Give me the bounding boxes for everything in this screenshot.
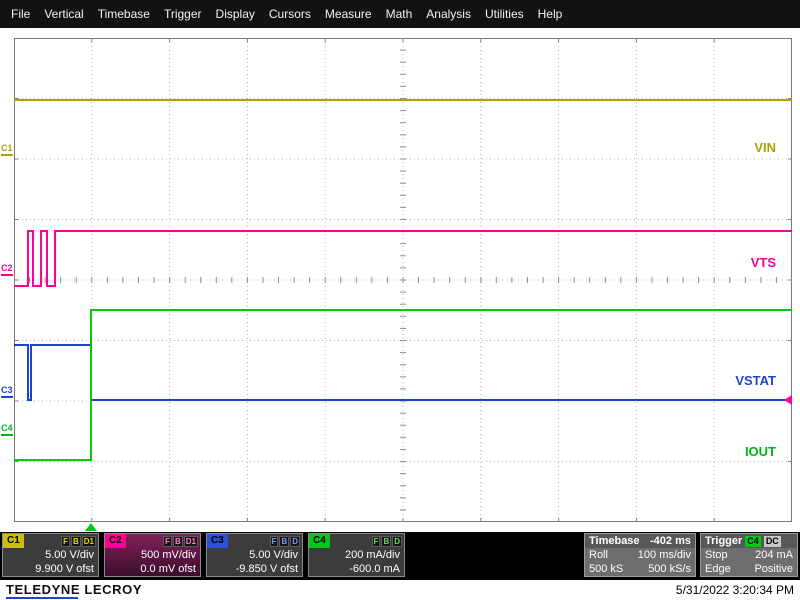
c2-label: C2 (105, 534, 126, 548)
c1-offset: 9.900 V ofst (3, 562, 98, 576)
datetime-display: 5/31/2022 3:20:34 PM (676, 583, 794, 597)
c4-offset-marker[interactable]: C4 (1, 424, 13, 436)
badge-d: D (392, 536, 402, 547)
c3-label: C3 (207, 534, 228, 548)
timebase-delay: -402 ms (650, 534, 691, 548)
badge-b: B (279, 536, 289, 547)
c3-scale: 5.00 V/div (207, 548, 302, 562)
timebase-rate: 500 kS/s (648, 562, 691, 576)
c2-offset-marker[interactable]: C2 (1, 264, 13, 276)
menu-bar: File Vertical Timebase Trigger Display C… (0, 0, 800, 28)
trigger-descriptor[interactable]: Trigger C4 DC Stop 204 mA Edge Positive (700, 533, 798, 577)
footer-bar: TELEDYNE LECROY 5/31/2022 3:20:34 PM (0, 580, 800, 600)
oscilloscope-screen: File Vertical Timebase Trigger Display C… (0, 0, 800, 600)
badge-b: B (381, 536, 391, 547)
graticule (14, 38, 792, 522)
timebase-descriptor[interactable]: Timebase -402 ms Roll 100 ms/div 500 kS … (584, 533, 696, 577)
c3-badges: F B D (270, 536, 300, 547)
menu-utilities[interactable]: Utilities (478, 0, 531, 28)
badge-d1: D1 (184, 536, 198, 547)
menu-timebase[interactable]: Timebase (91, 0, 157, 28)
c4-scale: 200 mA/div (309, 548, 404, 562)
trigger-position-marker[interactable] (85, 523, 97, 531)
trigger-title: Trigger (705, 534, 742, 548)
c2-scale: 500 mV/div (105, 548, 200, 562)
badge-f: F (270, 536, 279, 547)
menu-file[interactable]: File (4, 0, 37, 28)
status-bar: C1 F B D1 5.00 V/div 9.900 V ofst C2 F B… (0, 532, 800, 580)
menu-analysis[interactable]: Analysis (419, 0, 478, 28)
c4-descriptor[interactable]: C4 F B D 200 mA/div -600.0 mA (308, 533, 405, 577)
trace-label-vts: VTS (751, 255, 776, 270)
badge-b: B (173, 536, 183, 547)
c3-offset-marker[interactable]: C3 (1, 386, 13, 398)
c1-offset-marker[interactable]: C1 (1, 144, 13, 156)
trigger-level: 204 mA (755, 548, 793, 562)
c2-descriptor[interactable]: C2 F B D1 500 mV/div 0.0 mV ofst (104, 533, 201, 577)
c3-descriptor[interactable]: C3 F B D 5.00 V/div -9.850 V ofst (206, 533, 303, 577)
c1-scale: 5.00 V/div (3, 548, 98, 562)
trace-label-vstat: VSTAT (735, 373, 776, 388)
c2-badges: F B D1 (163, 536, 198, 547)
menu-help[interactable]: Help (531, 0, 570, 28)
trigger-source-badge: C4 (745, 536, 761, 547)
brand-accent-line (6, 597, 78, 599)
timebase-samples: 500 kS (589, 562, 623, 576)
trigger-slope: Positive (754, 562, 793, 576)
timebase-scale: 100 ms/div (638, 548, 691, 562)
c1-descriptor[interactable]: C1 F B D1 5.00 V/div 9.900 V ofst (2, 533, 99, 577)
badge-f: F (163, 536, 172, 547)
menu-measure[interactable]: Measure (318, 0, 379, 28)
trigger-mode: Stop (705, 548, 728, 562)
menu-math[interactable]: Math (379, 0, 420, 28)
c1-label: C1 (3, 534, 24, 548)
menu-cursors[interactable]: Cursors (262, 0, 318, 28)
waveform-display: C1 C2 C3 C4 VIN VTS VSTAT IOUT (0, 28, 800, 532)
menu-trigger[interactable]: Trigger (157, 0, 209, 28)
badge-d1: D1 (82, 536, 96, 547)
brand-logo: TELEDYNE LECROY (6, 582, 142, 597)
badge-d: D (290, 536, 300, 547)
menu-vertical[interactable]: Vertical (37, 0, 90, 28)
trigger-coupling-badge: DC (764, 536, 781, 547)
timebase-mode: Roll (589, 548, 608, 562)
badge-b: B (71, 536, 81, 547)
c2-offset: 0.0 mV ofst (105, 562, 200, 576)
c1-badges: F B D1 (61, 536, 96, 547)
timebase-title: Timebase (589, 534, 640, 548)
trace-label-iout: IOUT (745, 444, 776, 459)
c4-badges: F B D (372, 536, 402, 547)
c4-offset: -600.0 mA (309, 562, 404, 576)
menu-display[interactable]: Display (209, 0, 262, 28)
trace-label-vin: VIN (754, 140, 776, 155)
trigger-level-marker[interactable] (784, 395, 792, 405)
trigger-type: Edge (705, 562, 731, 576)
badge-f: F (61, 536, 70, 547)
c3-offset: -9.850 V ofst (207, 562, 302, 576)
c4-label: C4 (309, 534, 330, 548)
badge-f: F (372, 536, 381, 547)
